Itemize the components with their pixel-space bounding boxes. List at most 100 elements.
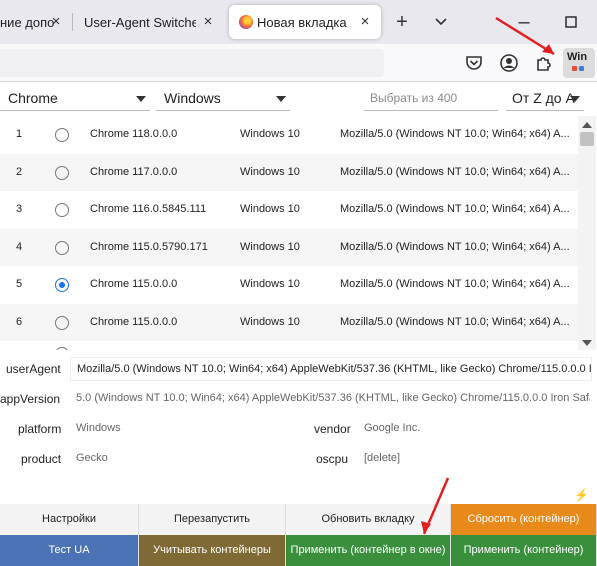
chevron-down-icon xyxy=(276,96,286,102)
vendor-label: vendor xyxy=(314,422,351,436)
product-value: Gecko xyxy=(76,452,108,464)
oscpu-value: [delete] xyxy=(364,452,401,464)
detail-row-product-oscpu: product Gecko oscpu [delete] xyxy=(0,444,597,474)
detail-row-platform-vendor: platform Windows vendor Google Inc. xyxy=(0,414,597,444)
search-input[interactable] xyxy=(364,86,498,110)
scroll-down-icon[interactable] xyxy=(582,340,592,346)
row-radio[interactable] xyxy=(55,165,69,180)
list-item[interactable]: 2 Chrome 117.0.0.0 Windows 10 Mozilla/5.0 (… xyxy=(0,153,578,191)
extension-os-icon xyxy=(572,66,584,71)
browser-select-value: Chrome xyxy=(8,90,58,106)
scroll-thumb[interactable] xyxy=(580,132,594,146)
row-useragent: Mozilla/5.0 (Windows NT 10.0; Win64; x64… xyxy=(340,240,570,253)
row-useragent: Mozilla/5.0 (Windows NT 10.0; Win64; x64… xyxy=(340,203,570,215)
tab-extensions[interactable]: ние допо × xyxy=(0,5,72,39)
close-icon[interactable]: × xyxy=(48,14,64,30)
filter-bar: Chrome Windows От Z до A xyxy=(0,82,597,116)
row-number: 3 xyxy=(16,203,23,215)
firefox-icon xyxy=(239,15,253,29)
test-ua-button[interactable]: Тест UA xyxy=(0,535,139,566)
row-os: Windows 10 xyxy=(240,240,300,253)
list-item[interactable]: 1 Chrome 118.0.0.0 Windows 10 Mozilla/5.0 (… xyxy=(0,116,578,154)
tab-label: User-Agent Switcher and xyxy=(84,14,196,30)
user-agent-list: 1 Chrome 118.0.0.0 Windows 10 Mozilla/5.0 (… xyxy=(0,116,578,350)
product-label: product xyxy=(21,452,62,466)
flash-icon[interactable]: ⚡ xyxy=(574,488,589,502)
maximize-icon xyxy=(565,16,577,28)
row-os: Windows 10 xyxy=(240,203,300,215)
row-radio[interactable] xyxy=(55,315,69,330)
row-browser: Chrome 116.0.5845.111 xyxy=(90,203,207,215)
row-radio[interactable] xyxy=(55,240,69,255)
row-useragent: Mozilla/5.0 (Windows NT 10.0; Win64; x64… xyxy=(340,278,570,290)
extension-label: Win xyxy=(567,51,588,63)
row-number: 1 xyxy=(16,128,23,140)
scroll-up-icon[interactable] xyxy=(582,122,592,128)
platform-value: Windows xyxy=(76,422,121,434)
sort-select[interactable]: От Z до A xyxy=(506,86,584,111)
row-radio-partial[interactable] xyxy=(55,347,69,350)
row-number: 6 xyxy=(16,315,23,328)
close-icon[interactable]: × xyxy=(200,14,216,30)
appversion-label: appVersion xyxy=(0,392,61,406)
close-icon[interactable]: × xyxy=(357,14,373,30)
row-useragent: Mozilla/5.0 (Windows NT 10.0; Win64; x64… xyxy=(340,315,570,328)
nav-bar: Win xyxy=(0,16,597,82)
vendor-value: Google Inc. xyxy=(364,422,421,434)
user-agent-extension-button[interactable]: Win xyxy=(563,48,595,78)
list-item[interactable]: 6 Chrome 115.0.0.0 Windows 10 Mozilla/5.0 (… xyxy=(0,303,578,341)
apply-container-button[interactable]: Применить (контейнер) xyxy=(451,535,597,566)
chevron-down-icon xyxy=(435,18,447,26)
browser-select[interactable]: Chrome xyxy=(0,86,150,111)
row-radio[interactable] xyxy=(55,203,69,217)
plus-icon: + xyxy=(396,11,408,33)
options-button[interactable]: Настройки xyxy=(0,504,139,535)
url-bar[interactable] xyxy=(0,49,384,77)
extension-popup: Chrome Windows От Z до A 1 Chrome 118.0.0… xyxy=(0,82,597,566)
details-panel: userAgent Mozilla/5.0 (Windows NT 10.0; … xyxy=(0,352,597,482)
chevron-down-icon xyxy=(570,96,580,102)
reset-container-button[interactable]: Сбросить (контейнер) xyxy=(451,504,597,535)
row-radio[interactable] xyxy=(55,278,69,292)
row-radio[interactable] xyxy=(55,128,69,142)
row-number: 4 xyxy=(16,240,23,253)
tab-new-tab[interactable]: Новая вкладка × xyxy=(229,5,381,39)
pocket-icon[interactable] xyxy=(464,53,484,73)
search-field[interactable] xyxy=(364,86,498,111)
row-os: Windows 10 xyxy=(240,278,300,290)
consider-containers-button[interactable]: Учитывать контейнеры xyxy=(139,535,286,566)
row-os: Windows 10 xyxy=(240,315,300,328)
annotation-arrow-top xyxy=(495,16,555,56)
row-browser: Chrome 115.0.0.0 xyxy=(90,315,178,328)
detail-row-useragent: userAgent Mozilla/5.0 (Windows NT 10.0; … xyxy=(0,354,597,384)
row-browser: Chrome 118.0.0.0 xyxy=(90,128,178,140)
row-number: 5 xyxy=(16,278,23,290)
os-select[interactable]: Windows xyxy=(156,86,290,111)
tab-label: Новая вкладка xyxy=(257,14,347,30)
list-scrollbar[interactable] xyxy=(578,116,596,350)
chevron-down-icon xyxy=(136,96,146,102)
sort-select-value: От Z до A xyxy=(512,90,575,106)
restart-button[interactable]: Перезапустить xyxy=(139,504,286,535)
list-item[interactable]: 4 Chrome 115.0.5790.171 Windows 10 Mozilla/… xyxy=(0,228,578,266)
row-os: Windows 10 xyxy=(240,165,300,178)
row-browser: Chrome 115.0.0.0 xyxy=(90,278,178,290)
useragent-field[interactable]: Mozilla/5.0 (Windows NT 10.0; Win64; x64… xyxy=(70,357,592,381)
row-useragent: Mozilla/5.0 (Windows NT 10.0; Win64; x64… xyxy=(340,165,570,178)
tab-list-button[interactable] xyxy=(427,8,455,36)
appversion-value: 5.0 (Windows NT 10.0; Win64; x64) AppleW… xyxy=(76,392,590,404)
tab-label: ние допо xyxy=(0,14,55,30)
list-item[interactable]: 5 Chrome 115.0.0.0 Windows 10 Mozilla/5.0 (… xyxy=(0,266,578,304)
useragent-label: userAgent xyxy=(6,362,61,376)
os-select-value: Windows xyxy=(164,90,221,106)
row-browser: Chrome 117.0.0.0 xyxy=(90,165,178,178)
new-tab-button[interactable]: + xyxy=(388,8,416,36)
row-number: 2 xyxy=(16,165,23,178)
detail-row-appversion: appVersion 5.0 (Windows NT 10.0; Win64; … xyxy=(0,384,597,414)
list-item[interactable]: 3 Chrome 116.0.5845.111 Windows 10 Mozilla/… xyxy=(0,191,578,229)
oscpu-label: oscpu xyxy=(316,452,349,466)
row-useragent: Mozilla/5.0 (Windows NT 10.0; Win64; x64… xyxy=(340,128,570,140)
row-os: Windows 10 xyxy=(240,128,300,140)
row-browser: Chrome 115.0.5790.171 xyxy=(90,240,208,253)
tab-user-agent-switcher[interactable]: User-Agent Switcher and × xyxy=(72,5,224,39)
